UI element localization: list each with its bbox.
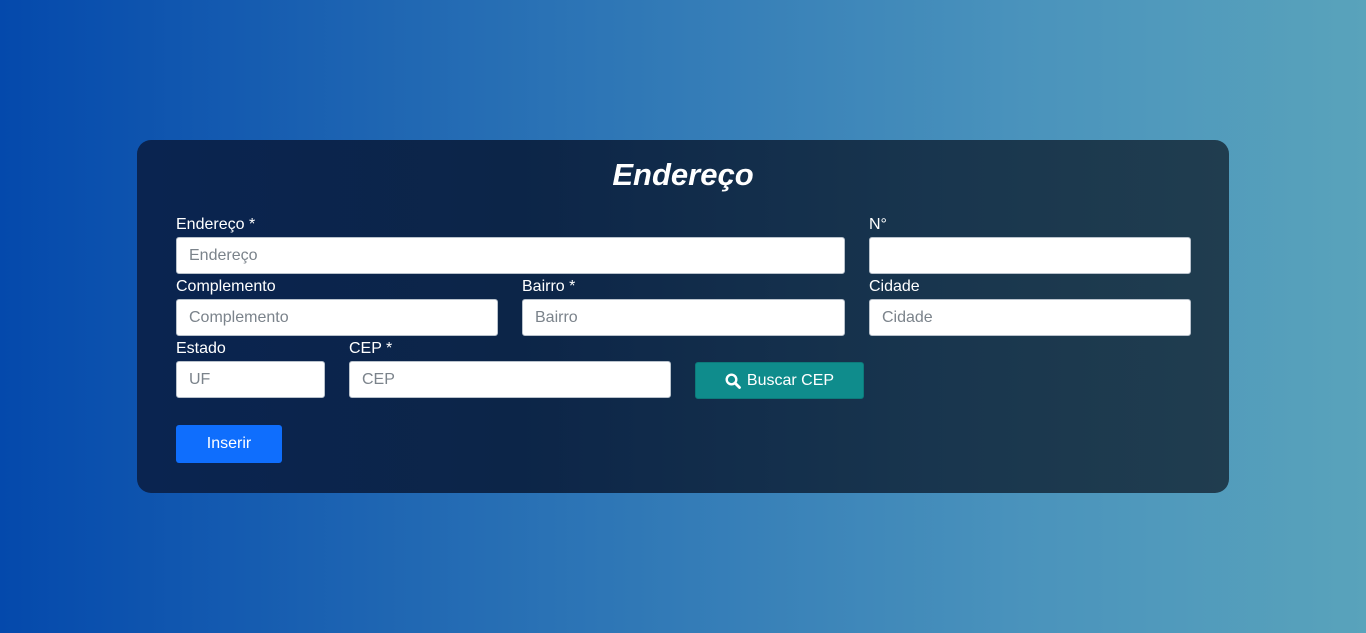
endereco-input[interactable] xyxy=(176,237,845,274)
cep-input[interactable] xyxy=(349,361,671,398)
complemento-input[interactable] xyxy=(176,299,498,336)
endereco-label: Endereço * xyxy=(176,216,256,233)
cidade-input[interactable] xyxy=(869,299,1191,336)
bairro-label: Bairro * xyxy=(522,278,576,295)
cidade-label: Cidade xyxy=(869,278,920,295)
estado-input[interactable] xyxy=(176,361,325,398)
numero-input[interactable] xyxy=(869,237,1191,274)
inserir-button[interactable]: Inserir xyxy=(176,425,282,463)
form-title: Endereço xyxy=(612,157,754,192)
bairro-input[interactable] xyxy=(522,299,845,336)
search-icon xyxy=(725,372,741,389)
address-form-card: Endereço Endereço * N° Complemento Bairr… xyxy=(137,140,1229,493)
buscar-cep-button[interactable]: Buscar CEP xyxy=(695,362,864,399)
cep-label: CEP * xyxy=(349,340,393,357)
estado-label: Estado xyxy=(176,340,226,357)
numero-label: N° xyxy=(869,216,887,233)
buscar-cep-label: Buscar CEP xyxy=(746,371,835,389)
complemento-label: Complemento xyxy=(176,278,276,295)
